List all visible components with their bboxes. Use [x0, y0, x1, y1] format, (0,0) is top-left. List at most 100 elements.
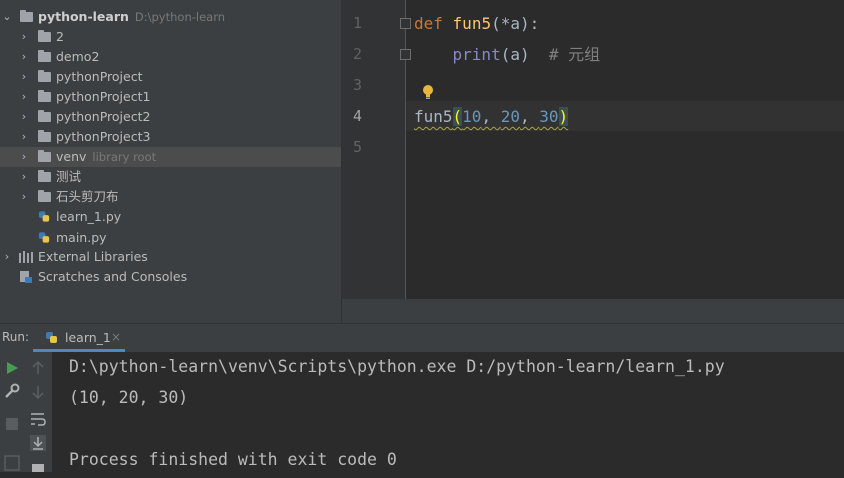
chevron-right-icon[interactable]: › — [18, 187, 30, 207]
folder-icon — [38, 90, 51, 102]
code-comment: # 元组 — [548, 45, 601, 64]
keyword-def: def — [414, 14, 443, 33]
project-name: python-learn — [38, 9, 129, 24]
project-path: D:\python-learn — [134, 10, 226, 24]
tree-item-label: learn_1.py — [56, 209, 122, 224]
folder-icon — [20, 10, 33, 22]
tree-item-label: pythonProject — [56, 69, 143, 84]
line-number: 3 — [352, 76, 362, 94]
chevron-right-icon[interactable]: › — [18, 107, 30, 127]
console-line: D:\python-learn\venv\Scripts\python.exe … — [69, 357, 725, 376]
editor-bottom-strip — [342, 299, 844, 323]
print-args: (a) — [500, 45, 530, 64]
chevron-right-icon[interactable]: › — [18, 147, 30, 167]
folder-icon — [38, 110, 51, 122]
tree-item-rock-paper-scissors[interactable]: › 石头剪刀布 — [0, 187, 341, 207]
builtin-print: print — [452, 45, 501, 64]
tree-item-venv[interactable]: › venv library root — [0, 147, 341, 167]
library-root-hint: library root — [92, 150, 157, 164]
stop-icon[interactable] — [2, 414, 22, 434]
rerun-icon[interactable] — [2, 358, 22, 378]
code-line-4[interactable]: fun5(10, 20, 30) — [414, 102, 569, 132]
libraries-icon — [19, 251, 33, 263]
scroll-to-end-icon[interactable] — [28, 433, 48, 453]
chevron-down-icon[interactable]: ⌄ — [1, 7, 13, 27]
wrench-icon[interactable] — [2, 381, 22, 401]
layout-icon[interactable] — [2, 453, 22, 473]
code-line-2[interactable]: print(a) # 元组 — [414, 40, 601, 70]
folder-icon — [38, 170, 51, 182]
tree-item-scratches[interactable]: Scratches and Consoles — [0, 267, 341, 287]
line-number: 2 — [352, 45, 362, 63]
tree-item-pythonproject3[interactable]: › pythonProject3 — [0, 127, 341, 147]
params: (*a): — [491, 14, 540, 33]
folder-icon — [38, 50, 51, 62]
number: 20 — [500, 107, 520, 126]
number: 10 — [462, 107, 482, 126]
run-title: Run: — [2, 330, 30, 344]
chevron-right-icon[interactable]: › — [18, 127, 30, 147]
tree-item-label: 测试 — [56, 169, 82, 184]
chevron-right-icon[interactable]: › — [18, 167, 30, 187]
chevron-right-icon[interactable]: › — [18, 67, 30, 87]
close-icon[interactable]: × — [111, 330, 121, 344]
arrow-down-icon[interactable] — [28, 382, 48, 402]
tree-item-pythonproject2[interactable]: › pythonProject2 — [0, 107, 341, 127]
code-editor[interactable]: 1 2 3 4 5 def fun5(*a): print(a) # 元组 fu… — [342, 0, 844, 323]
tree-item-label: Scratches and Consoles — [38, 269, 188, 284]
line-number-current: 4 — [352, 107, 362, 125]
console-line: (10, 20, 30) — [69, 388, 189, 407]
python-file-icon — [46, 332, 57, 343]
fold-end-marker-icon[interactable] — [400, 49, 411, 60]
tree-item-label: demo2 — [56, 49, 100, 64]
scratches-icon — [20, 271, 32, 283]
folder-icon — [38, 190, 51, 202]
chevron-right-icon[interactable]: › — [1, 247, 13, 267]
python-file-icon — [38, 211, 50, 222]
separator: , — [519, 107, 540, 126]
tree-item-learn-1-py[interactable]: learn_1.py — [0, 207, 341, 227]
fold-marker-icon[interactable] — [400, 18, 411, 29]
tree-item-test[interactable]: › 测试 — [0, 167, 341, 187]
line-number: 1 — [352, 14, 362, 32]
project-tool-window: ⌄ python-learn D:\python-learn › 2 › demo… — [0, 0, 342, 323]
line-gutter: 1 2 3 4 5 — [342, 0, 406, 299]
tree-item-label: pythonProject2 — [56, 109, 151, 124]
tree-item-2[interactable]: › 2 — [0, 27, 341, 47]
tree-item-label: main.py — [56, 230, 107, 245]
lightbulb-icon[interactable] — [422, 84, 434, 100]
run-tab-label: learn_1 — [65, 330, 111, 345]
arrow-up-icon[interactable] — [28, 358, 48, 378]
line-number: 5 — [352, 138, 362, 156]
tree-item-external-libraries[interactable]: › External Libraries — [0, 247, 341, 267]
tree-item-pythonproject[interactable]: › pythonProject — [0, 67, 341, 87]
number: 30 — [539, 107, 559, 126]
tree-item-label: 石头剪刀布 — [56, 189, 119, 204]
tree-item-pythonproject1[interactable]: › pythonProject1 — [0, 87, 341, 107]
function-name: fun5 — [452, 14, 492, 33]
tree-item-main-py[interactable]: main.py — [0, 228, 341, 248]
tree-item-label: venv — [56, 149, 87, 164]
python-file-icon — [38, 232, 50, 243]
paren-open: ( — [452, 107, 463, 126]
print-icon[interactable] — [28, 458, 48, 478]
chevron-right-icon[interactable]: › — [18, 27, 30, 47]
tree-item-label: External Libraries — [38, 249, 148, 264]
console-output[interactable]: D:\python-learn\venv\Scripts\python.exe … — [52, 352, 844, 472]
tree-item-demo2[interactable]: › demo2 — [0, 47, 341, 67]
console-line: Process finished with exit code 0 — [69, 450, 397, 469]
call-name: fun5 — [414, 107, 453, 126]
separator: , — [481, 107, 501, 126]
tree-item-label: pythonProject3 — [56, 129, 151, 144]
folder-icon — [38, 150, 51, 162]
run-tool-header: Run: learn_1 × — [0, 323, 844, 352]
chevron-right-icon[interactable]: › — [18, 87, 30, 107]
code-line-1[interactable]: def fun5(*a): — [414, 9, 539, 39]
tree-root-python-learn[interactable]: ⌄ python-learn D:\python-learn — [0, 7, 341, 27]
soft-wrap-icon[interactable] — [28, 409, 48, 429]
folder-icon — [38, 70, 51, 82]
paren-close: ) — [558, 107, 569, 126]
run-tab-learn-1[interactable]: learn_1 × — [33, 324, 125, 352]
folder-icon — [38, 130, 51, 142]
chevron-right-icon[interactable]: › — [18, 47, 30, 67]
